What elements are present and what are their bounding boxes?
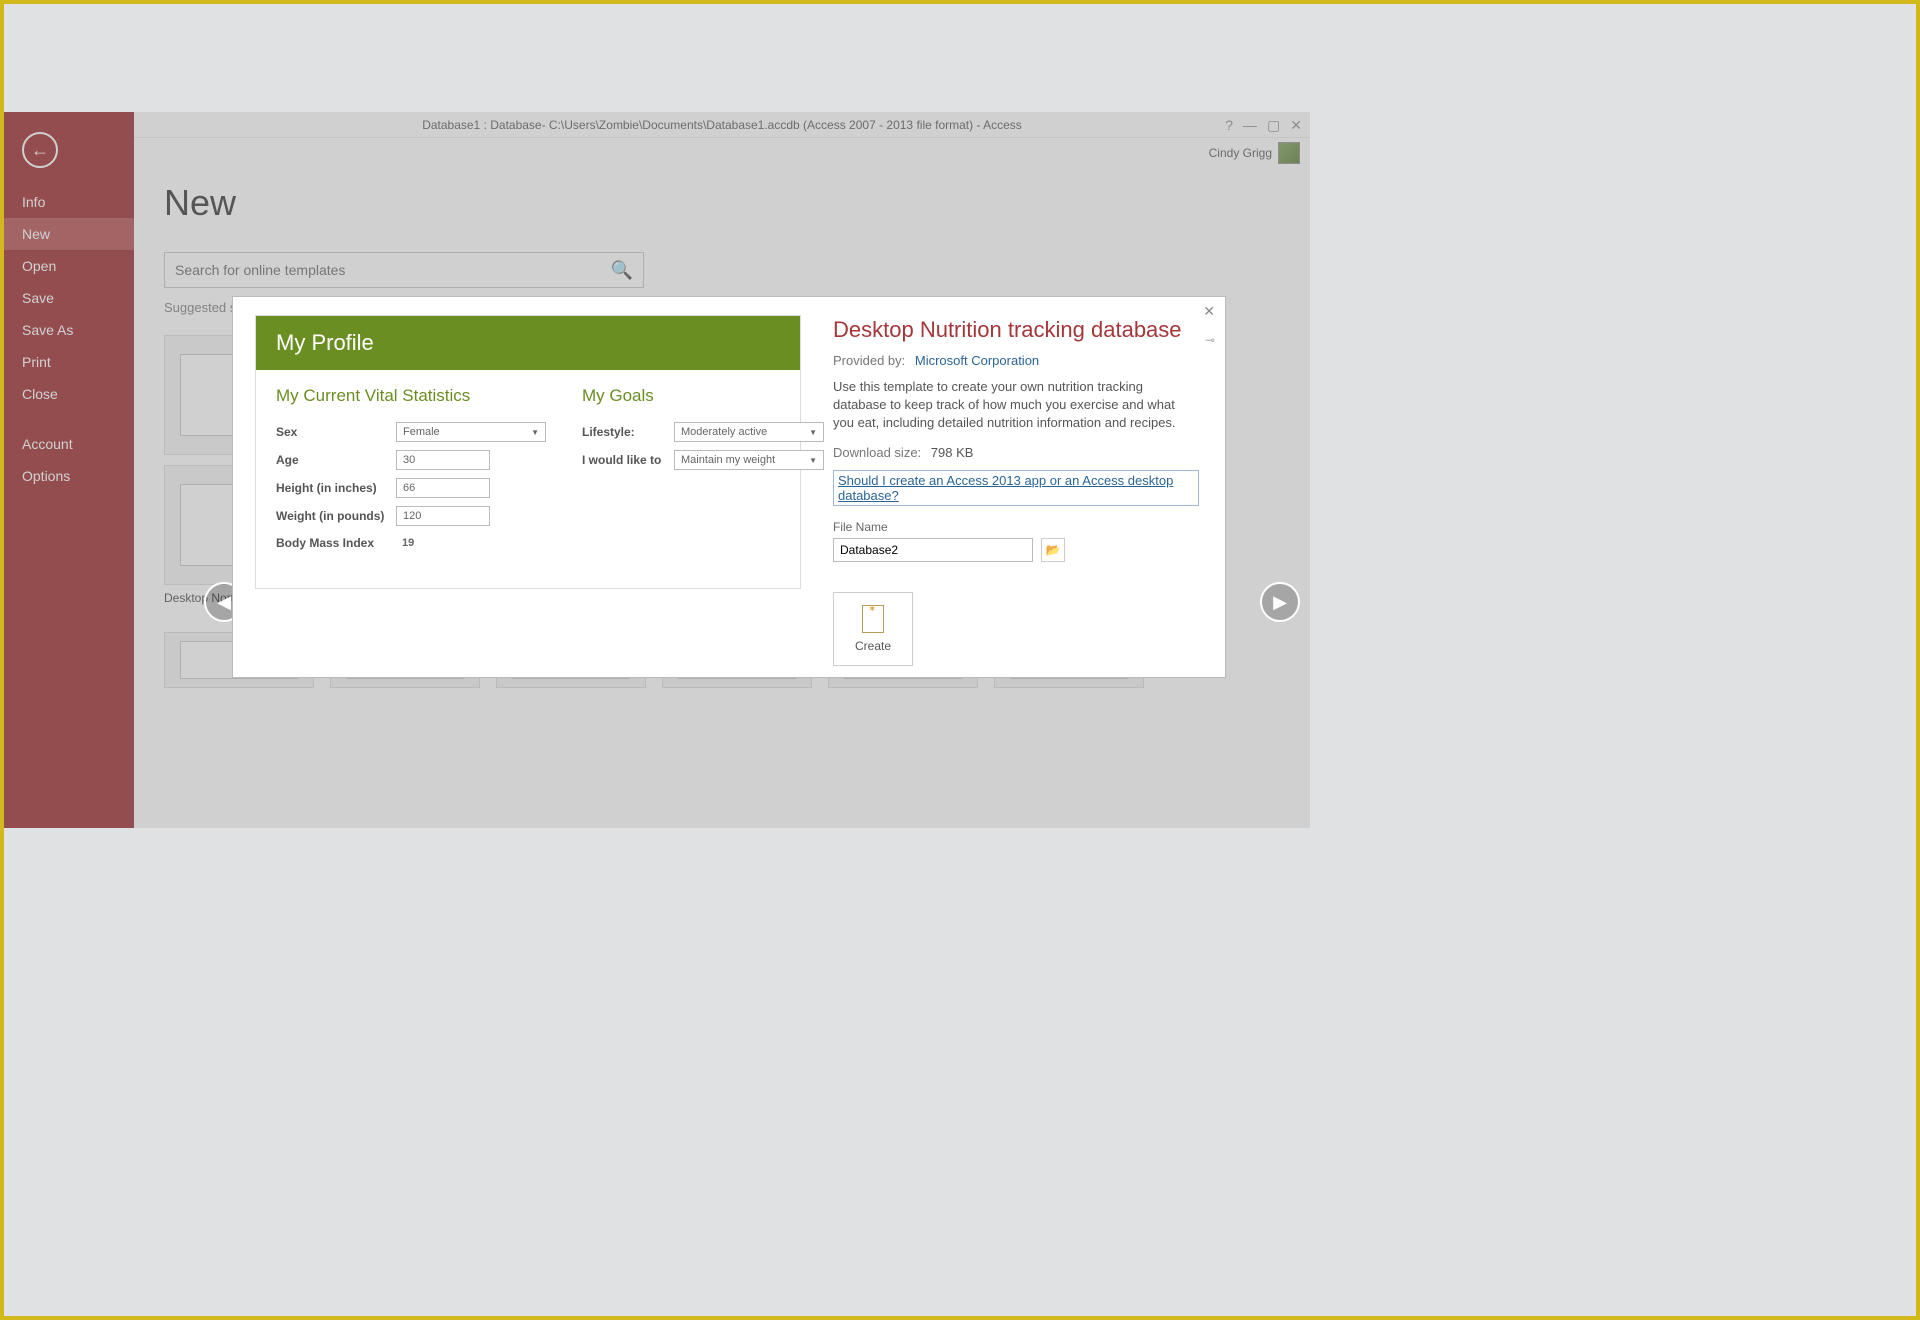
new-document-icon [862, 605, 884, 633]
sidebar-item-info[interactable]: Info [4, 186, 134, 218]
lifestyle-select[interactable]: Moderately active▼ [674, 422, 824, 442]
bmi-value: 19 [396, 534, 490, 552]
search-icon[interactable]: 🔍 [611, 260, 633, 281]
next-template-button[interactable]: ▶ [1260, 582, 1300, 622]
sidebar-item-print[interactable]: Print [4, 346, 134, 378]
template-preview-dialog: ✕ ⊸ My Profile My Current Vital Statisti… [232, 296, 1226, 678]
age-field[interactable]: 30 [396, 450, 490, 470]
folder-icon: 📂 [1046, 543, 1061, 557]
preview-stats-column: My Current Vital Statistics SexFemale▼ A… [276, 386, 546, 560]
window-titlebar: Database1 : Database- C:\Users\Zombie\Do… [134, 112, 1310, 138]
sex-select[interactable]: Female▼ [396, 422, 546, 442]
file-name-input[interactable] [833, 538, 1033, 562]
goals-title: My Goals [582, 386, 824, 406]
sidebar-item-open[interactable]: Open [4, 250, 134, 282]
help-link[interactable]: Should I create an Access 2013 app or an… [833, 470, 1199, 506]
search-input[interactable] [175, 262, 611, 278]
sidebar-item-save[interactable]: Save [4, 282, 134, 314]
window-controls: ? — ▢ ✕ [1225, 112, 1302, 138]
page-title: New [164, 182, 1280, 224]
template-search[interactable]: 🔍 [164, 252, 644, 288]
user-name: Cindy Grigg [1209, 146, 1272, 160]
window-title: Database1 : Database- C:\Users\Zombie\Do… [422, 118, 1022, 132]
minimize-icon[interactable]: — [1243, 112, 1257, 138]
dialog-close-button[interactable]: ✕ [1203, 303, 1215, 320]
back-button[interactable]: ← [22, 132, 58, 168]
stats-title: My Current Vital Statistics [276, 386, 546, 406]
sidebar-item-close[interactable]: Close [4, 378, 134, 410]
template-preview: My Profile My Current Vital Statistics S… [255, 315, 801, 589]
provided-by-link[interactable]: Microsoft Corporation [915, 353, 1039, 368]
sidebar-item-options[interactable]: Options [4, 460, 134, 492]
sidebar-item-account[interactable]: Account [4, 428, 134, 460]
close-icon[interactable]: ✕ [1290, 112, 1302, 138]
template-info-pane: Desktop Nutrition tracking database Prov… [823, 297, 1225, 677]
preview-header: My Profile [256, 316, 800, 370]
weight-field[interactable]: 120 [396, 506, 490, 526]
preview-goals-column: My Goals Lifestyle:Moderately active▼ I … [582, 386, 824, 560]
help-icon[interactable]: ? [1225, 112, 1233, 138]
template-name: Desktop Nutrition tracking database [833, 317, 1199, 343]
download-size-label: Download size: [833, 445, 921, 460]
pin-icon[interactable]: ⊸ [1205, 333, 1215, 347]
restore-icon[interactable]: ▢ [1267, 112, 1280, 138]
sidebar-item-save-as[interactable]: Save As [4, 314, 134, 346]
create-button[interactable]: Create [833, 592, 913, 666]
height-field[interactable]: 66 [396, 478, 490, 498]
provided-label: Provided by: [833, 353, 905, 368]
avatar[interactable] [1278, 142, 1300, 164]
create-label: Create [855, 639, 891, 653]
template-description: Use this template to create your own nut… [833, 378, 1199, 433]
browse-folder-button[interactable]: 📂 [1041, 538, 1065, 562]
user-info: Cindy Grigg [1209, 142, 1300, 164]
preview-pane: My Profile My Current Vital Statistics S… [233, 297, 823, 677]
sidebar-item-new[interactable]: New [4, 218, 134, 250]
backstage-sidebar: ← Info New Open Save Save As Print Close… [4, 112, 134, 828]
file-name-label: File Name [833, 520, 1199, 534]
goal-select[interactable]: Maintain my weight▼ [674, 450, 824, 470]
download-size-value: 798 KB [931, 445, 974, 460]
